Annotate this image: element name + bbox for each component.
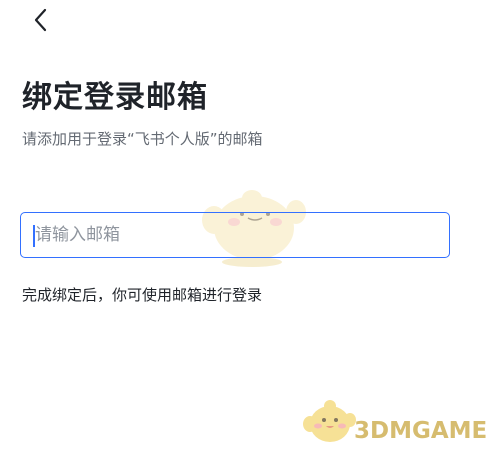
back-button[interactable] xyxy=(26,6,56,36)
watermark-text: 3DMGAME xyxy=(354,418,488,444)
binding-hint: 完成绑定后，你可使用邮箱进行登录 xyxy=(22,286,263,304)
email-field-container[interactable] xyxy=(20,212,450,258)
text-caret xyxy=(33,225,35,247)
page-title: 绑定登录邮箱 xyxy=(22,80,208,115)
watermark: 3DMGAME xyxy=(300,394,496,450)
page-subtitle: 请添加用于登录“飞书个人版”的邮箱 xyxy=(22,130,263,148)
mascot-logo-icon xyxy=(303,400,356,442)
email-input[interactable] xyxy=(21,213,449,257)
bind-email-page: 绑定登录邮箱 请添加用于登录“飞书个人版”的邮箱 完成绑定后，你可使用邮箱进行登… xyxy=(0,0,500,452)
chevron-left-icon xyxy=(34,8,47,32)
